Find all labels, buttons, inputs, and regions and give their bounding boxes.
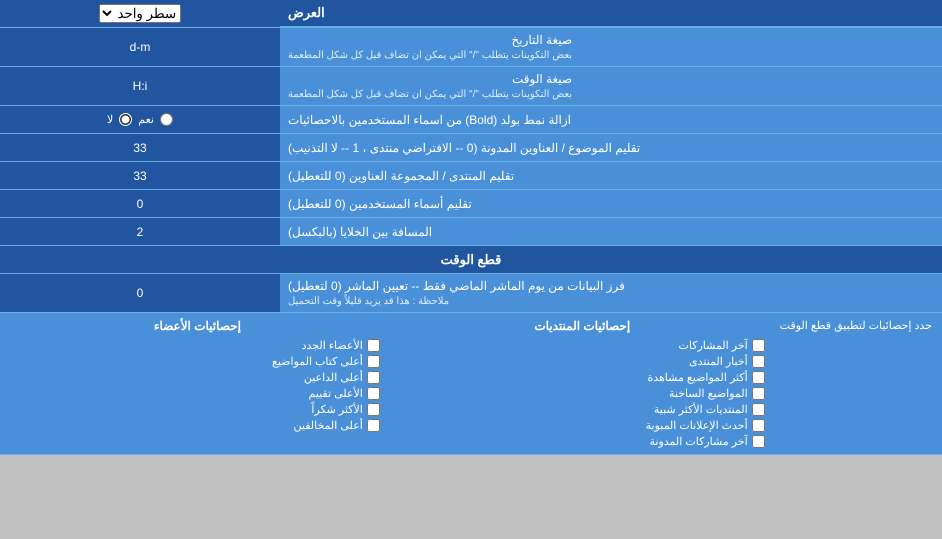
- cb-mem-1[interactable]: [367, 339, 380, 352]
- forum-stats-col: إحصائيات المنتديات آخر المشاركات أخبار ا…: [395, 319, 770, 448]
- cb-mem-2[interactable]: [367, 355, 380, 368]
- cutoff-label: فرز البيانات من يوم الماشر الماضي فقط --…: [280, 274, 942, 312]
- cb-item-7: آخر مشاركات المدونة: [400, 435, 765, 448]
- topics-label: تقليم الموضوع / العناوين المدونة (0 -- ا…: [280, 134, 942, 161]
- cb-forum-7[interactable]: [752, 435, 765, 448]
- usernames-input[interactable]: [6, 197, 274, 211]
- cutoff-input-container: [0, 274, 280, 312]
- forum-label: تقليم المنتدى / المجموعة العناوين (0 للت…: [280, 162, 942, 189]
- spacing-input-container: [0, 218, 280, 245]
- bold-yes-label: نعم: [138, 113, 154, 126]
- cb-mem-4[interactable]: [367, 387, 380, 400]
- topics-input-container: [0, 134, 280, 161]
- date-format-input[interactable]: [6, 40, 274, 54]
- cb-member-6: أعلى المخالفين: [15, 419, 380, 432]
- cb-item-3: أكثر المواضيع مشاهدة: [400, 371, 765, 384]
- cb-mem-5[interactable]: [367, 403, 380, 416]
- cb-mem-6[interactable]: [367, 419, 380, 432]
- display-dropdown[interactable]: سطر واحدسطرينثلاثة أسطر: [99, 4, 181, 23]
- cutoff-section-header: قطع الوقت: [0, 246, 942, 274]
- cb-member-2: أعلى كتاب المواضيع: [15, 355, 380, 368]
- cb-forum-5[interactable]: [752, 403, 765, 416]
- time-format-input[interactable]: [6, 79, 274, 93]
- col1-header: إحصائيات الأعضاء: [15, 319, 380, 333]
- cutoff-input[interactable]: [6, 286, 274, 300]
- bold-radio-yes[interactable]: [160, 113, 173, 126]
- date-format-row: صيغة التاريخ بعض التكوينات يتطلب "/" الت…: [0, 28, 942, 67]
- dropdown-container[interactable]: سطر واحدسطرينثلاثة أسطر: [0, 0, 280, 27]
- time-format-row: صيغة الوقت بعض التكوينات يتطلب "/" التي …: [0, 67, 942, 106]
- cutoff-row: فرز البيانات من يوم الماشر الماضي فقط --…: [0, 274, 942, 313]
- cb-forum-3[interactable]: [752, 371, 765, 384]
- bold-radio-container: نعم لا: [0, 106, 280, 133]
- col2-header: إحصائيات المنتديات: [400, 319, 765, 333]
- checkboxes-section: حدد إحصائيات لتطبيق قطع الوقت إحصائيات ا…: [0, 313, 942, 455]
- checkboxes-row: حدد إحصائيات لتطبيق قطع الوقت إحصائيات ا…: [10, 319, 932, 448]
- cb-member-1: الأعضاء الجدد: [15, 339, 380, 352]
- cb-forum-2[interactable]: [752, 355, 765, 368]
- cb-forum-4[interactable]: [752, 387, 765, 400]
- bold-radio-group: نعم لا: [107, 113, 173, 126]
- spacing-input[interactable]: [6, 225, 274, 239]
- cb-item-2: أخبار المنتدى: [400, 355, 765, 368]
- forum-input[interactable]: [6, 169, 274, 183]
- cb-item-4: المواضيع الساخنة: [400, 387, 765, 400]
- limit-stats-label: حدد إحصائيات لتطبيق قطع الوقت: [780, 319, 932, 332]
- cb-forum-1[interactable]: [752, 339, 765, 352]
- time-format-input-container: [0, 67, 280, 105]
- page-title: العرض: [280, 0, 942, 27]
- header-row: العرض سطر واحدسطرينثلاثة أسطر: [0, 0, 942, 28]
- spacing-row: المسافة بين الخلايا (بالبكسل): [0, 218, 942, 246]
- cb-item-5: المنتديات الأكثر شبية: [400, 403, 765, 416]
- cb-forum-6[interactable]: [752, 419, 765, 432]
- forum-row: تقليم المنتدى / المجموعة العناوين (0 للت…: [0, 162, 942, 190]
- cb-item-1: آخر المشاركات: [400, 339, 765, 352]
- usernames-input-container: [0, 190, 280, 217]
- usernames-label: تقليم أسماء المستخدمين (0 للتعطيل): [280, 190, 942, 217]
- bold-radio-no[interactable]: [119, 113, 132, 126]
- topics-row: تقليم الموضوع / العناوين المدونة (0 -- ا…: [0, 134, 942, 162]
- date-format-label: صيغة التاريخ بعض التكوينات يتطلب "/" الت…: [280, 28, 942, 66]
- cb-member-5: الأكثر شكراً: [15, 403, 380, 416]
- bold-no-label: لا: [107, 113, 113, 126]
- time-format-label: صيغة الوقت بعض التكوينات يتطلب "/" التي …: [280, 67, 942, 105]
- cb-member-3: أعلى الداعين: [15, 371, 380, 384]
- bold-row: ازالة نمط بولد (Bold) من اسماء المستخدمي…: [0, 106, 942, 134]
- spacing-label: المسافة بين الخلايا (بالبكسل): [280, 218, 942, 245]
- date-format-input-container: [0, 28, 280, 66]
- cb-mem-3[interactable]: [367, 371, 380, 384]
- forum-input-container: [0, 162, 280, 189]
- main-container: العرض سطر واحدسطرينثلاثة أسطر صيغة التار…: [0, 0, 942, 455]
- topics-input[interactable]: [6, 141, 274, 155]
- usernames-row: تقليم أسماء المستخدمين (0 للتعطيل): [0, 190, 942, 218]
- member-stats-col: إحصائيات الأعضاء الأعضاء الجدد أعلى كتاب…: [10, 319, 385, 432]
- cb-member-4: الأعلى تقييم: [15, 387, 380, 400]
- cb-item-6: أحدث الإعلانات المبوبة: [400, 419, 765, 432]
- bold-label: ازالة نمط بولد (Bold) من اسماء المستخدمي…: [280, 106, 942, 133]
